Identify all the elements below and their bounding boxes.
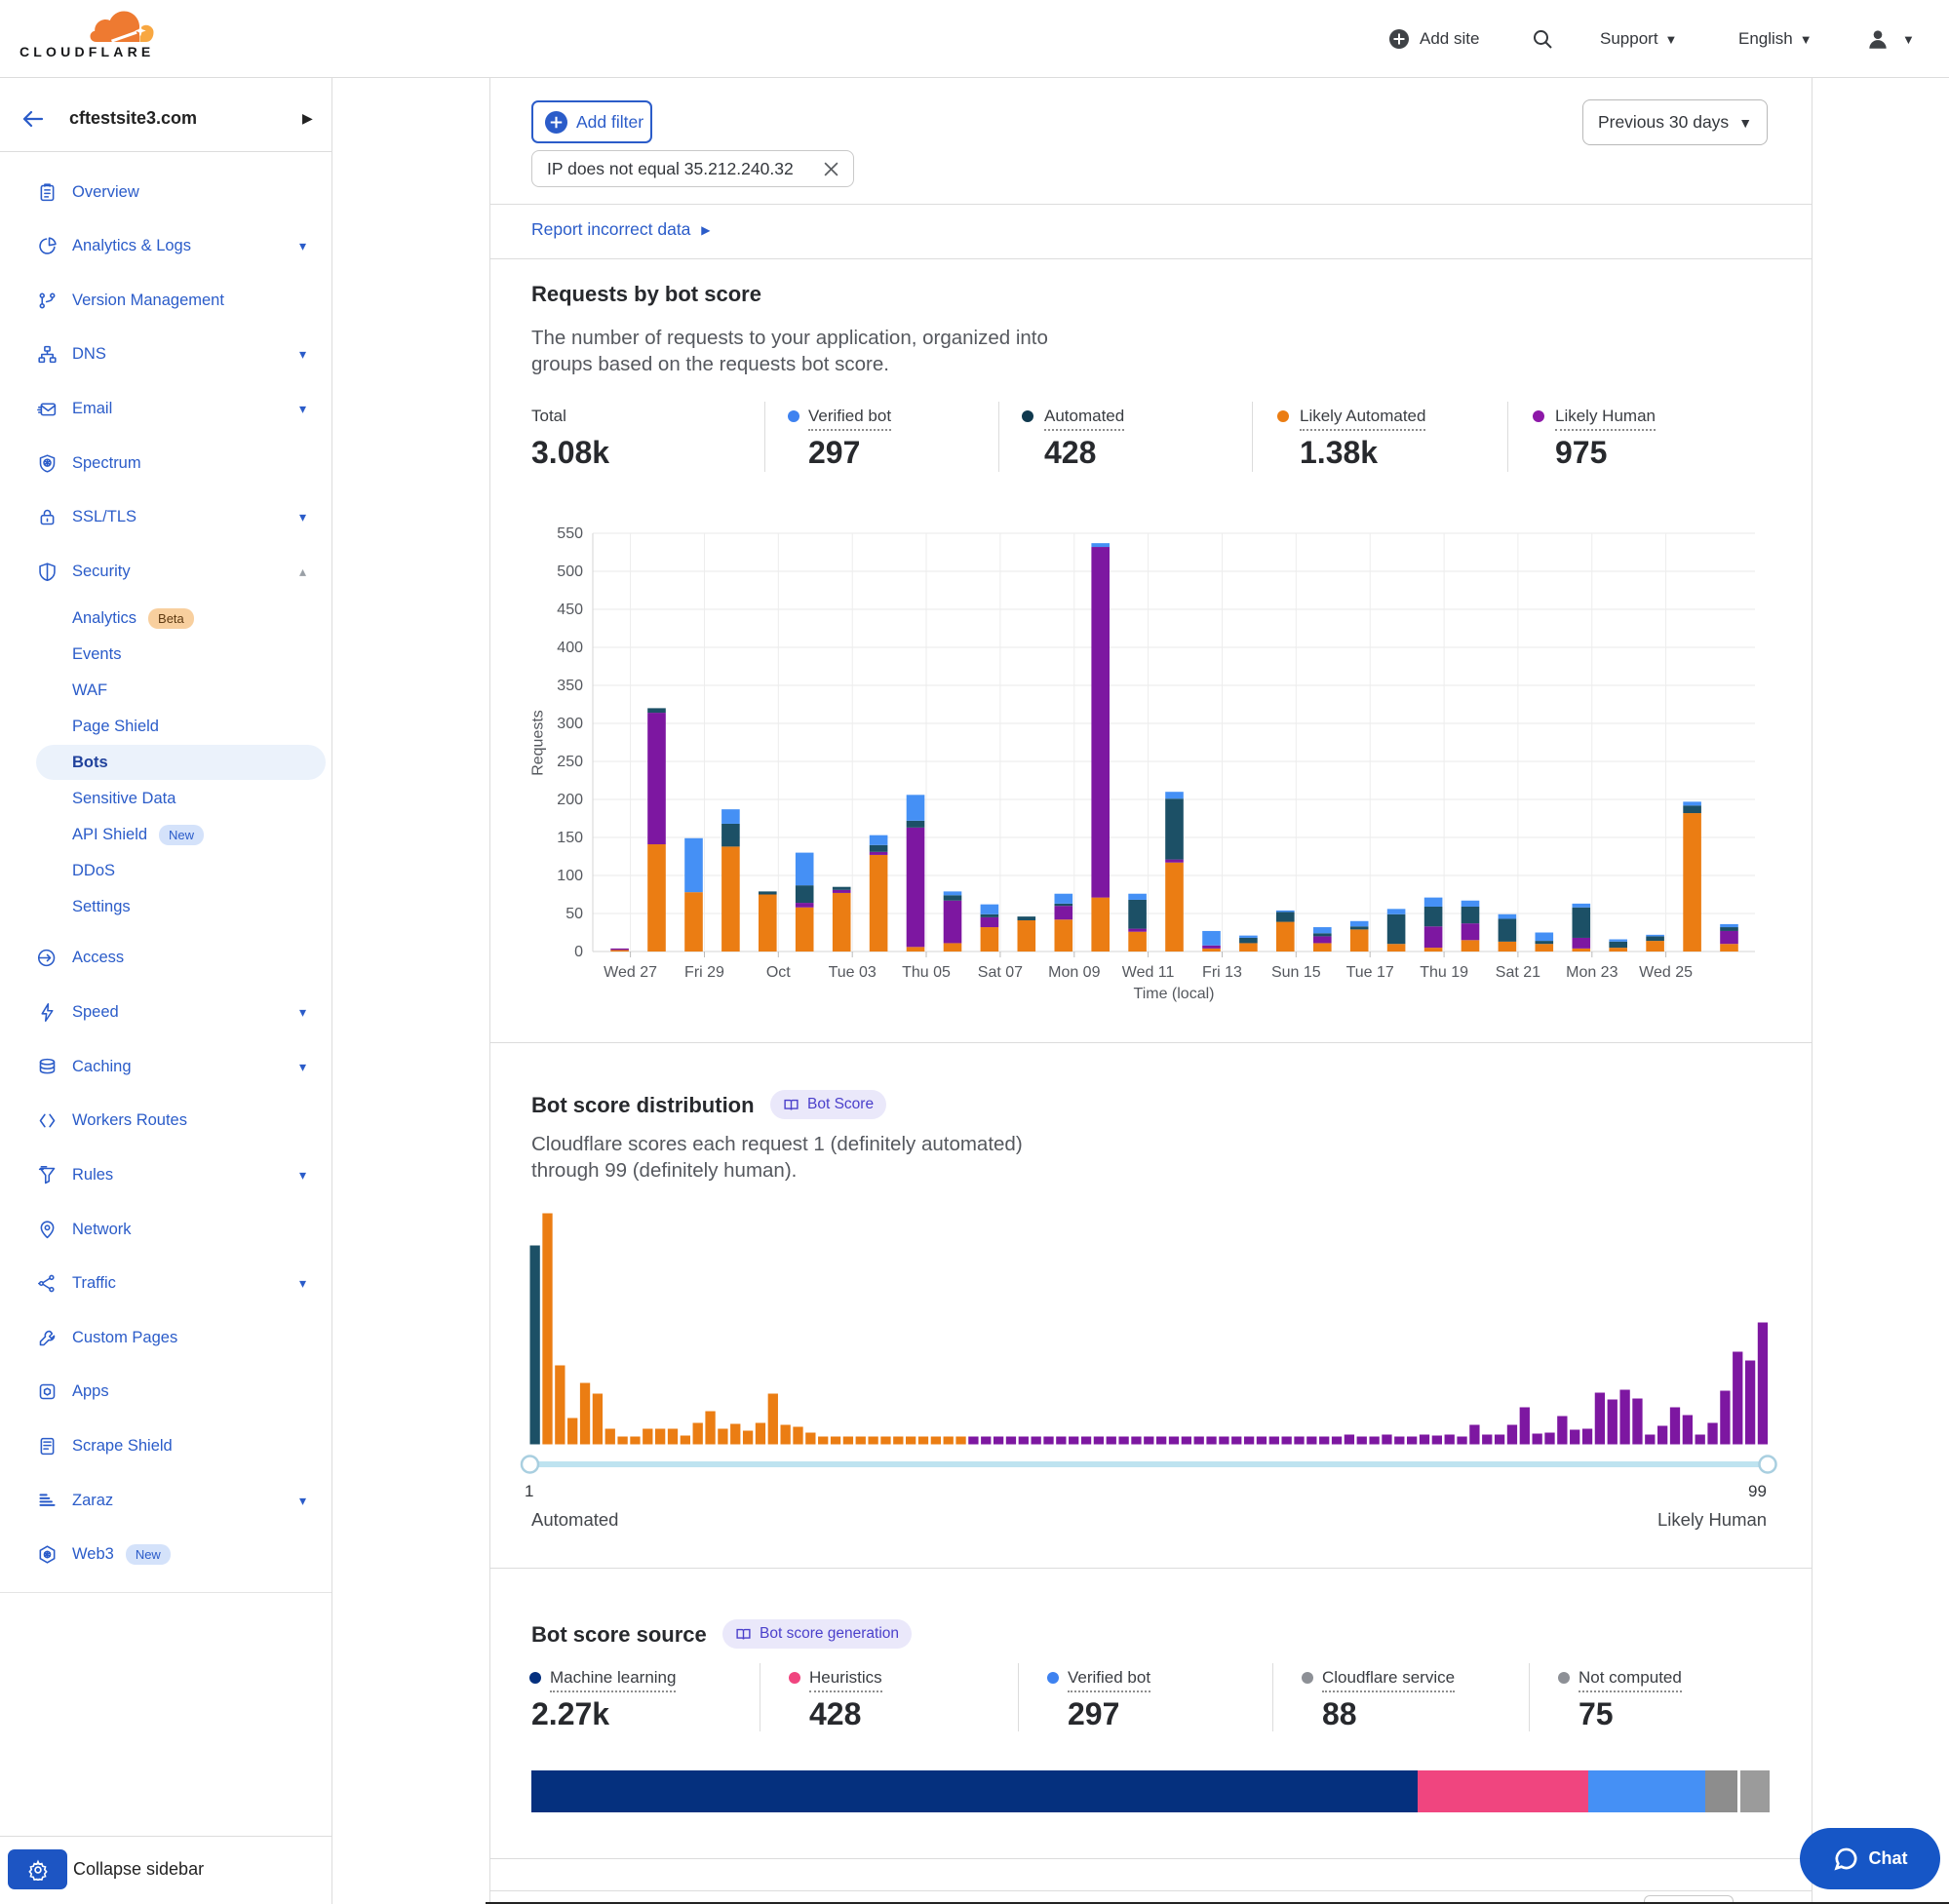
svg-text:Sat 21: Sat 21 xyxy=(1496,964,1540,981)
svg-text:550: 550 xyxy=(557,525,583,542)
svg-text:Mon 09: Mon 09 xyxy=(1048,964,1100,981)
svg-text:Sat 07: Sat 07 xyxy=(978,964,1023,981)
svg-text:50: 50 xyxy=(565,906,583,922)
svg-text:450: 450 xyxy=(557,602,583,618)
svg-text:Oct: Oct xyxy=(766,964,791,981)
svg-text:Sun 15: Sun 15 xyxy=(1271,964,1321,981)
svg-text:400: 400 xyxy=(557,640,583,656)
svg-text:Fri 29: Fri 29 xyxy=(684,964,724,981)
svg-text:Time (local): Time (local) xyxy=(1134,986,1215,1002)
svg-text:Tue 03: Tue 03 xyxy=(829,964,877,981)
svg-text:Requests: Requests xyxy=(530,710,547,776)
svg-text:300: 300 xyxy=(557,716,583,732)
svg-text:Mon 23: Mon 23 xyxy=(1566,964,1618,981)
svg-text:100: 100 xyxy=(557,868,583,884)
svg-text:0: 0 xyxy=(574,944,583,960)
svg-text:Thu 05: Thu 05 xyxy=(902,964,951,981)
svg-text:Fri 13: Fri 13 xyxy=(1202,964,1242,981)
svg-text:Wed 27: Wed 27 xyxy=(604,964,657,981)
svg-text:Wed 25: Wed 25 xyxy=(1639,964,1693,981)
svg-text:500: 500 xyxy=(557,563,583,580)
svg-text:Thu 19: Thu 19 xyxy=(1420,964,1468,981)
svg-text:Wed 11: Wed 11 xyxy=(1122,964,1175,981)
svg-text:Tue 17: Tue 17 xyxy=(1346,964,1394,981)
svg-text:350: 350 xyxy=(557,678,583,694)
svg-text:150: 150 xyxy=(557,830,583,846)
svg-text:200: 200 xyxy=(557,792,583,808)
svg-text:250: 250 xyxy=(557,754,583,770)
